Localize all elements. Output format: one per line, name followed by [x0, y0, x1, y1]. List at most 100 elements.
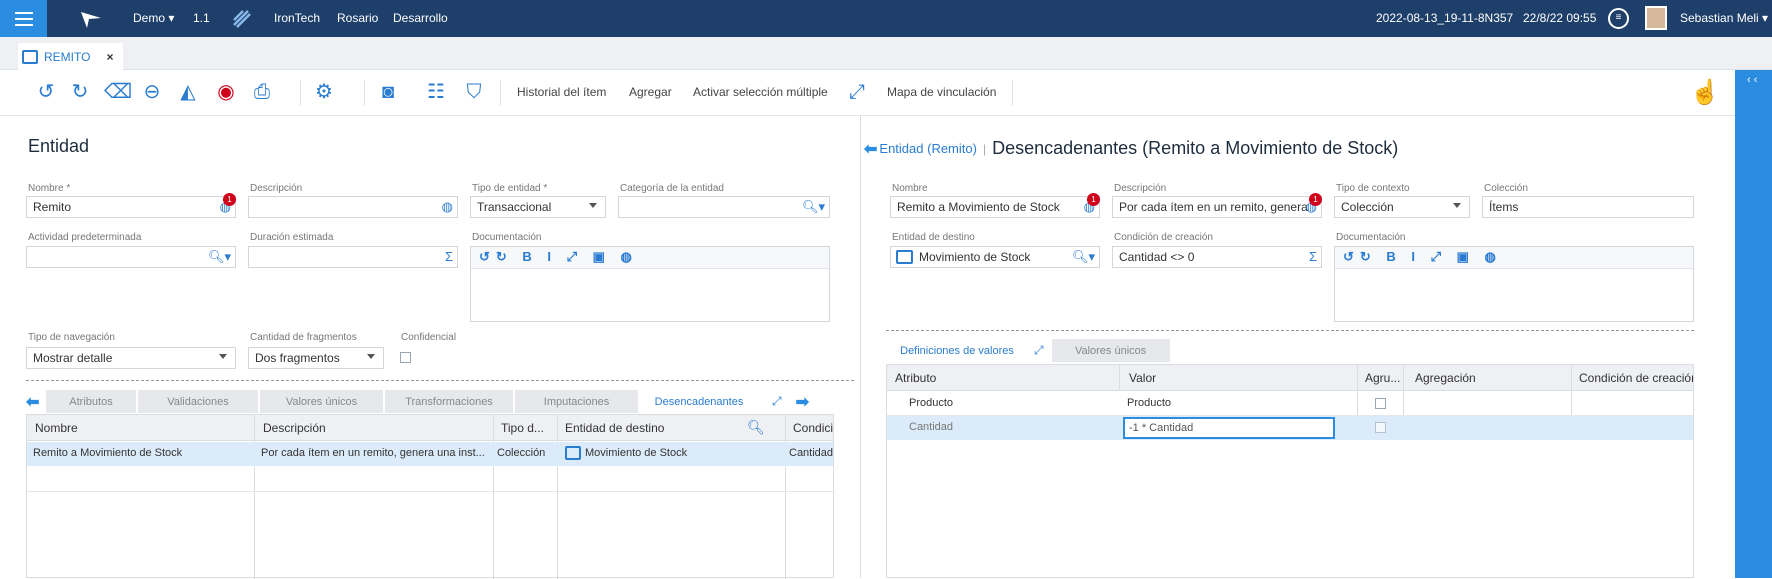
app-selector[interactable]: Demo ▾	[133, 11, 174, 25]
tab-remito[interactable]: REMITO ×	[18, 43, 124, 70]
table-row[interactable]: Cantidad -1 * Cantidad	[887, 416, 1693, 440]
col-agrupar[interactable]: Agru...	[1365, 371, 1400, 385]
collapse-icon[interactable]: ‹ ‹	[1747, 74, 1757, 86]
splitter[interactable]	[26, 380, 854, 381]
col-agregacion[interactable]: Agregación	[1415, 371, 1476, 385]
formula-icon[interactable]: Σ	[445, 249, 453, 264]
formula-icon[interactable]: Σ	[1309, 249, 1317, 264]
search-icon[interactable]: 🔍︎	[747, 419, 765, 436]
tab-validaciones[interactable]: Validaciones	[138, 390, 260, 413]
activar-seleccion-link[interactable]: Activar selección múltiple	[693, 85, 828, 99]
avatar[interactable]	[1645, 6, 1667, 30]
coleccion-field[interactable]: Ítems	[1482, 196, 1694, 218]
categoria-field[interactable]: 🔍︎▾	[618, 196, 830, 218]
categoria-label: Categoría de la entidad	[620, 183, 724, 194]
remove-icon[interactable]: ⊖	[140, 80, 164, 104]
agrupar-checkbox[interactable]	[1375, 422, 1386, 433]
tab-desencadenantes[interactable]: Desencadenantes	[640, 390, 760, 413]
tipo-nav-label: Tipo de navegación	[28, 332, 115, 343]
col-condicion-creacion[interactable]: Condición de creación	[1579, 371, 1693, 385]
scroll-right-icon[interactable]: ➡	[796, 392, 809, 412]
datetime: 22/8/22 09:55	[1523, 11, 1597, 25]
documentacion-editor[interactable]: ↺↻ B I ⤢ ▣ ◍	[470, 246, 830, 322]
tab-atributos[interactable]: Atributos	[46, 390, 138, 413]
redo-icon[interactable]: ↻	[68, 80, 92, 104]
nombre-field[interactable]: Remito ◍	[26, 196, 236, 218]
scroll-left-icon[interactable]: ⬅	[26, 392, 46, 412]
valor-input[interactable]: -1 * Cantidad	[1123, 417, 1335, 439]
actividad-field[interactable]: 🔍︎▾	[26, 246, 236, 268]
tab-transformaciones[interactable]: Transformaciones	[385, 390, 515, 413]
table-row[interactable]: Producto Producto	[887, 392, 1693, 416]
eraser-icon[interactable]: ⌫	[104, 80, 132, 104]
right-subtabs: Definiciones de valores ⤢ Valores únicos	[890, 338, 1172, 363]
agregar-link[interactable]: Agregar	[629, 85, 672, 99]
company-name[interactable]: IronTech	[274, 11, 320, 25]
col-descripcion[interactable]: Descripción	[263, 421, 326, 435]
nombre-field[interactable]: Remito a Movimiento de Stock ◍	[890, 196, 1100, 218]
print-icon[interactable]: ⎙	[250, 80, 274, 104]
descripcion-label: Descripción	[250, 183, 303, 194]
col-valor[interactable]: Valor	[1129, 371, 1156, 385]
expand-icon[interactable]: ⤢	[1034, 343, 1044, 358]
expand-icon[interactable]: ⤢	[845, 80, 869, 104]
duracion-field[interactable]: Σ	[248, 246, 458, 268]
col-entidad-destino[interactable]: Entidad de destino	[565, 421, 664, 435]
nombre-label: Nombre	[892, 183, 928, 194]
fragmentos-select[interactable]: Dos fragmentos	[248, 347, 384, 369]
company-logo-icon	[233, 10, 251, 28]
view-icon[interactable]: ◙	[376, 80, 400, 104]
col-tipo[interactable]: Tipo d...	[501, 421, 544, 435]
condicion-field[interactable]: Cantidad <> 0 Σ	[1112, 246, 1322, 268]
col-condicion[interactable]: Condici	[793, 421, 833, 435]
confidencial-checkbox[interactable]	[400, 352, 411, 363]
tipo-entidad-value: Transaccional	[477, 200, 552, 214]
tipo-nav-select[interactable]: Mostrar detalle	[26, 347, 236, 369]
environment-name[interactable]: Desarrollo	[393, 11, 448, 25]
row-descripcion: Por cada ítem en un remito, genera una i…	[261, 447, 485, 459]
build-id: 2022-08-13_19-11-8N357	[1376, 11, 1514, 25]
mapa-vinculacion-link[interactable]: Mapa de vinculación	[887, 85, 996, 99]
divider	[785, 415, 786, 579]
close-icon[interactable]: ×	[106, 50, 113, 64]
documentacion-editor[interactable]: ↺↻ B I ⤢ ▣ ◍	[1334, 246, 1694, 322]
panel-divider[interactable]	[860, 116, 861, 578]
tab-valores-unicos[interactable]: Valores únicos	[1051, 339, 1172, 362]
expand-icon[interactable]: ⤢	[772, 394, 782, 409]
search-icon[interactable]: 🔍︎▾	[802, 199, 825, 215]
tipo-contexto-select[interactable]: Colección	[1334, 196, 1470, 218]
user-menu[interactable]: Sebastian Meli ▾	[1680, 11, 1768, 25]
side-panel-strip[interactable]: ‹ ‹	[1735, 70, 1772, 578]
documentacion-label: Documentación	[1336, 232, 1406, 243]
destino-field[interactable]: Movimiento de Stock 🔍︎▾	[890, 246, 1100, 268]
agrupar-checkbox[interactable]	[1375, 398, 1386, 409]
chat-icon[interactable]: ≡	[1608, 8, 1629, 29]
breadcrumb-link[interactable]: Entidad (Remito)	[879, 141, 977, 156]
col-atributo[interactable]: Atributo	[895, 371, 936, 385]
city-name[interactable]: Rosario	[337, 11, 378, 25]
historial-link[interactable]: Historial del ítem	[517, 85, 606, 99]
settings-icon[interactable]: ⚙	[312, 80, 336, 104]
report-icon[interactable]: ☷	[424, 80, 448, 104]
back-arrow-icon[interactable]: ⬅	[864, 139, 877, 159]
app-version: 1.1	[193, 11, 210, 25]
tab-definiciones-valores[interactable]: Definiciones de valores	[890, 339, 1026, 362]
descripcion-field[interactable]: Por cada ítem en un remito, genera ◍	[1112, 196, 1322, 218]
tipo-entidad-select[interactable]: Transaccional	[470, 196, 606, 218]
record-icon[interactable]: ◉	[214, 80, 238, 104]
col-nombre[interactable]: Nombre	[35, 421, 78, 435]
document-tab-bar: REMITO ×	[0, 37, 1772, 70]
descripcion-field[interactable]: ◍	[248, 196, 458, 218]
tab-imputaciones[interactable]: Imputaciones	[515, 390, 640, 413]
design-icon[interactable]: ◭	[176, 80, 200, 104]
splitter[interactable]	[886, 330, 1694, 331]
globe-icon[interactable]: ◍	[442, 199, 453, 215]
search-icon[interactable]: 🔍︎▾	[208, 249, 231, 265]
tab-valores-unicos[interactable]: Valores únicos	[260, 390, 385, 413]
table-row[interactable]: Remito a Movimiento de Stock Por cada ít…	[27, 442, 833, 466]
shield-icon[interactable]: ⛉	[462, 80, 486, 104]
undo-icon[interactable]: ↺	[34, 80, 58, 104]
pointer-cursor-icon: ☝	[1690, 79, 1720, 106]
search-icon[interactable]: 🔍︎▾	[1072, 249, 1095, 265]
hamburger-menu-button[interactable]	[0, 0, 47, 37]
